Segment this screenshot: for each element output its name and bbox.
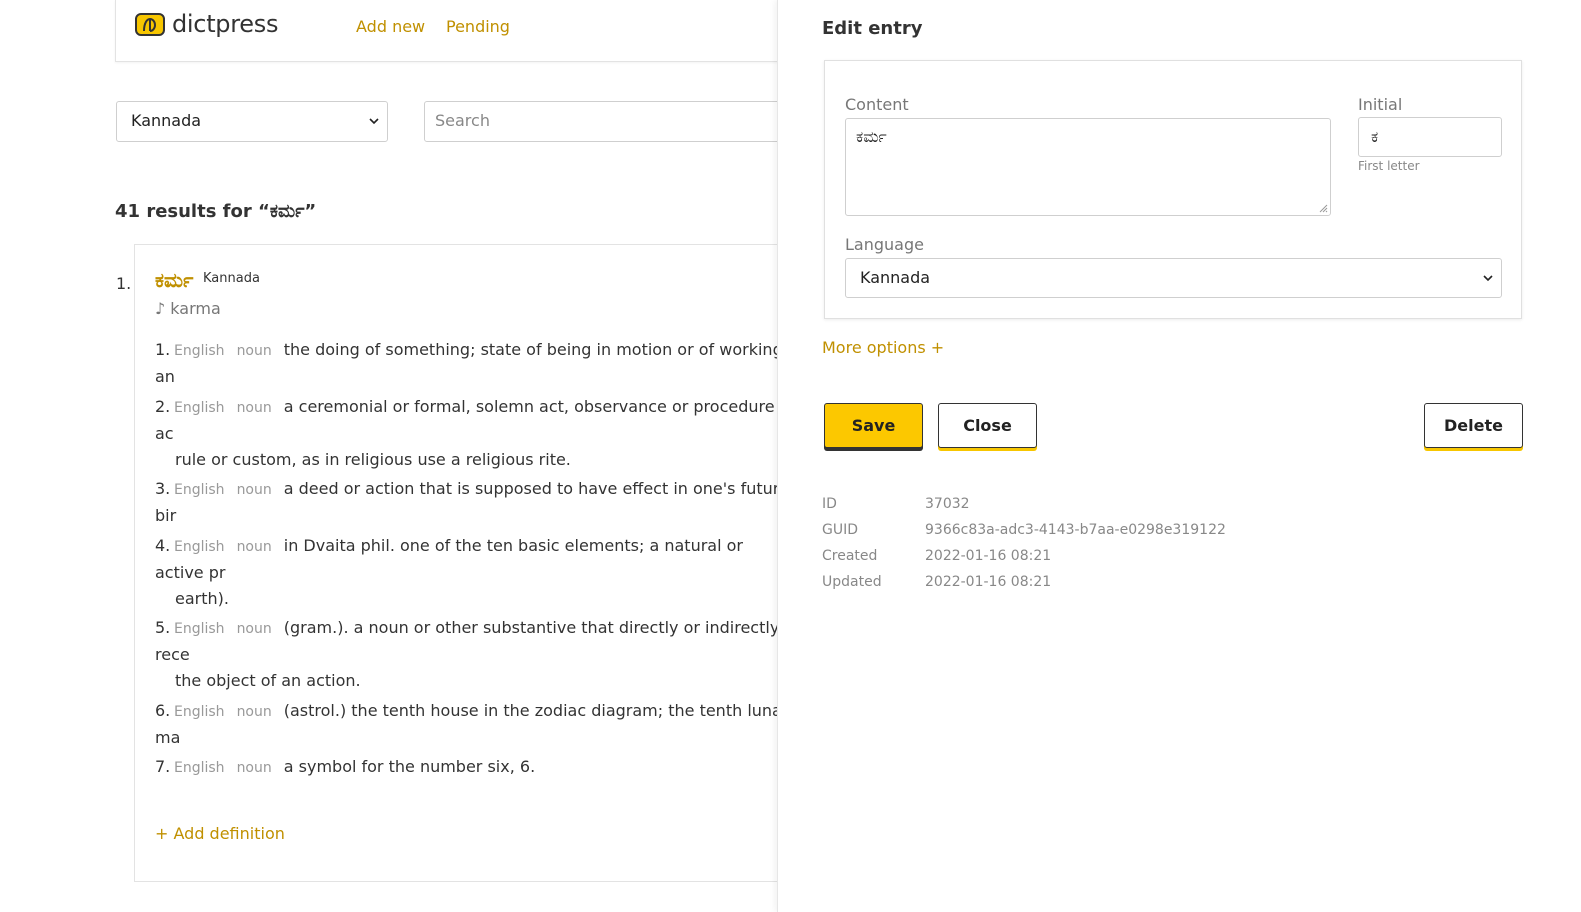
close-button[interactable]: Close bbox=[938, 403, 1037, 448]
meta-guid-value: 9366c83a-adc3-4143-b7aa-e0298e319122 bbox=[925, 522, 1226, 538]
entry-headword[interactable]: ಕರ್ಮ bbox=[155, 268, 193, 292]
add-definition-link[interactable]: + Add definition bbox=[155, 824, 285, 843]
definition-number: 1. bbox=[155, 340, 171, 359]
entry-language-select[interactable]: Kannada bbox=[845, 258, 1502, 298]
definition-item[interactable]: 6. English noun (astrol.) the tenth house i… bbox=[155, 698, 795, 751]
definition-item[interactable]: 2. English noun a ceremonial or formal, sol… bbox=[155, 394, 795, 473]
more-options-link[interactable]: More options + bbox=[822, 338, 944, 357]
entry-number: 1. bbox=[116, 274, 132, 293]
search-input[interactable]: Search bbox=[424, 101, 804, 142]
content-label: Content bbox=[845, 95, 909, 114]
definition-language: English bbox=[174, 704, 225, 720]
initial-input[interactable]: ಕ bbox=[1358, 117, 1502, 157]
definition-text-continued: the object of an action. bbox=[175, 671, 361, 690]
chevron-down-icon bbox=[369, 118, 379, 125]
definition-pos: noun bbox=[236, 343, 272, 359]
dictpress-logo-icon[interactable] bbox=[135, 13, 165, 36]
language-label: Language bbox=[845, 235, 924, 254]
definition-pos: noun bbox=[236, 621, 272, 637]
nav-pending[interactable]: Pending bbox=[446, 17, 510, 36]
delete-button[interactable]: Delete bbox=[1424, 403, 1523, 448]
definition-language: English bbox=[174, 621, 225, 637]
content-value: ಕರ್ಮ bbox=[856, 127, 887, 146]
meta-created-value: 2022-01-16 08:21 bbox=[925, 548, 1052, 564]
language-select[interactable]: Kannada bbox=[116, 101, 388, 142]
initial-label: Initial bbox=[1358, 95, 1403, 114]
definition-item[interactable]: 7. English noun a symbol for the number six… bbox=[155, 754, 795, 781]
definition-text-continued: earth). bbox=[175, 589, 229, 608]
definition-language: English bbox=[174, 400, 225, 416]
definition-text: a symbol for the number six, 6. bbox=[283, 757, 536, 776]
definition-text-continued: rule or custom, as in religious use a re… bbox=[175, 450, 571, 469]
definition-item[interactable]: 3. English noun a deed or action that is su… bbox=[155, 476, 795, 529]
definition-language: English bbox=[174, 482, 225, 498]
definition-number: 3. bbox=[155, 479, 171, 498]
entry-language-value: Kannada bbox=[860, 268, 931, 287]
definition-language: English bbox=[174, 539, 225, 555]
definition-number: 5. bbox=[155, 618, 171, 637]
meta-id-label: ID bbox=[822, 496, 837, 512]
definition-item[interactable]: 5. English noun (gram.). a noun or other su… bbox=[155, 615, 795, 694]
meta-updated-label: Updated bbox=[822, 574, 882, 590]
meta-guid-label: GUID bbox=[822, 522, 859, 538]
initial-help-text: First letter bbox=[1358, 159, 1420, 173]
language-select-value: Kannada bbox=[131, 111, 202, 130]
entry-language: Kannada bbox=[203, 271, 260, 286]
save-button[interactable]: Save bbox=[824, 403, 923, 448]
definition-item[interactable]: 1. English noun the doing of something; sta… bbox=[155, 337, 795, 390]
definition-number: 7. bbox=[155, 757, 171, 776]
chevron-down-icon bbox=[1483, 275, 1493, 282]
definition-language: English bbox=[174, 760, 225, 776]
definition-number: 6. bbox=[155, 701, 171, 720]
content-textarea[interactable]: ಕರ್ಮ bbox=[845, 118, 1331, 216]
definition-language: English bbox=[174, 343, 225, 359]
definition-number: 2. bbox=[155, 397, 171, 416]
definition-pos: noun bbox=[236, 704, 272, 720]
meta-id-value: 37032 bbox=[925, 496, 970, 512]
definition-item[interactable]: 4. English noun in Dvaita phil. one of the … bbox=[155, 533, 795, 612]
definition-pos: noun bbox=[236, 482, 272, 498]
app-name[interactable]: dictpress bbox=[172, 10, 278, 38]
entry-phonetic: ♪ karma bbox=[155, 299, 221, 318]
definition-pos: noun bbox=[236, 760, 272, 776]
panel-title: Edit entry bbox=[822, 18, 923, 39]
meta-updated-value: 2022-01-16 08:21 bbox=[925, 574, 1052, 590]
nav-add-new[interactable]: Add new bbox=[356, 17, 425, 36]
definition-pos: noun bbox=[236, 400, 272, 416]
meta-created-label: Created bbox=[822, 548, 878, 564]
resize-handle-icon[interactable] bbox=[1319, 204, 1328, 213]
definition-number: 4. bbox=[155, 536, 171, 555]
results-title: 41 results for “ಕರ್ಮ” bbox=[115, 201, 317, 222]
definition-pos: noun bbox=[236, 539, 272, 555]
